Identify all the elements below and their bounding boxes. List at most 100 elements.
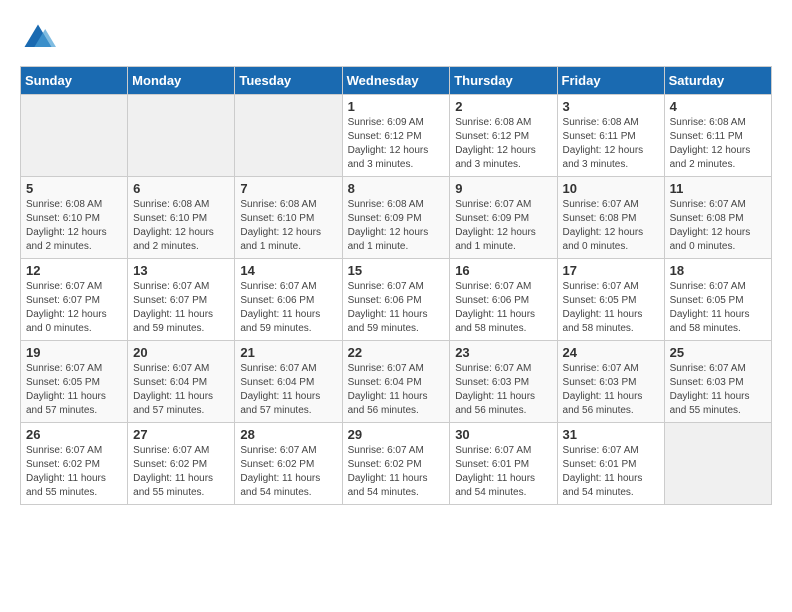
day-info: Sunrise: 6:07 AM Sunset: 6:05 PM Dayligh…: [670, 280, 766, 336]
calendar-cell: 15Sunrise: 6:07 AM Sunset: 6:06 PM Dayli…: [342, 259, 450, 341]
day-info: Sunrise: 6:07 AM Sunset: 6:06 PM Dayligh…: [348, 280, 445, 336]
calendar-cell: 18 Sunrise: 6:07 AM Sunset: 6:05 PM Dayli…: [664, 259, 771, 341]
calendar-week-row: 19 Sunrise: 6:07 AM Sunset: 6:05 PM Dayli…: [21, 341, 772, 423]
day-number: 23: [455, 345, 551, 360]
day-info: Sunrise: 6:07 AM Sunset: 6:04 PM Dayligh…: [240, 362, 336, 418]
day-info: Sunrise: 6:07 AM Sunset: 6:09 PM Dayligh…: [455, 198, 551, 254]
calendar-cell: 11 Sunrise: 6:07 AM Sunset: 6:08 PM Dayli…: [664, 177, 771, 259]
day-number: 12: [26, 263, 122, 278]
day-number: 28: [240, 427, 336, 442]
calendar-cell: 8Sunrise: 6:08 AM Sunset: 6:09 PM Daylig…: [342, 177, 450, 259]
day-info: Sunrise: 6:08 AM Sunset: 6:12 PM Dayligh…: [455, 116, 551, 172]
day-number: 25: [670, 345, 766, 360]
calendar-table: SundayMondayTuesdayWednesdayThursdayFrid…: [20, 66, 772, 505]
day-info: Sunrise: 6:07 AM Sunset: 6:03 PM Dayligh…: [563, 362, 659, 418]
day-info: Sunrise: 6:07 AM Sunset: 6:05 PM Dayligh…: [26, 362, 122, 418]
day-number: 4: [670, 99, 766, 114]
day-info: Sunrise: 6:08 AM Sunset: 6:10 PM Dayligh…: [240, 198, 336, 254]
calendar-cell: 22 Sunrise: 6:07 AM Sunset: 6:04 PM Dayli…: [342, 341, 450, 423]
calendar-cell: 16 Sunrise: 6:07 AM Sunset: 6:06 PM Dayli…: [450, 259, 557, 341]
calendar-cell: [664, 423, 771, 505]
day-number: 18: [670, 263, 766, 278]
calendar-cell: 7 Sunrise: 6:08 AM Sunset: 6:10 PM Daylig…: [235, 177, 342, 259]
day-info: Sunrise: 6:07 AM Sunset: 6:02 PM Dayligh…: [348, 444, 445, 500]
page-header: [20, 20, 772, 56]
logo-icon: [20, 20, 56, 56]
day-info: Sunrise: 6:07 AM Sunset: 6:04 PM Dayligh…: [133, 362, 229, 418]
day-number: 16: [455, 263, 551, 278]
calendar-cell: 12 Sunrise: 6:07 AM Sunset: 6:07 PM Dayli…: [21, 259, 128, 341]
day-info: Sunrise: 6:07 AM Sunset: 6:04 PM Dayligh…: [348, 362, 445, 418]
calendar-cell: [21, 95, 128, 177]
day-header-sunday: Sunday: [21, 67, 128, 95]
day-header-saturday: Saturday: [664, 67, 771, 95]
day-info: Sunrise: 6:08 AM Sunset: 6:09 PM Dayligh…: [348, 198, 445, 254]
day-number: 5: [26, 181, 122, 196]
calendar-cell: 9 Sunrise: 6:07 AM Sunset: 6:09 PM Daylig…: [450, 177, 557, 259]
day-number: 24: [563, 345, 659, 360]
calendar-cell: 4 Sunrise: 6:08 AM Sunset: 6:11 PM Daylig…: [664, 95, 771, 177]
day-info: Sunrise: 6:07 AM Sunset: 6:02 PM Dayligh…: [133, 444, 229, 500]
day-number: 13: [133, 263, 229, 278]
day-info: Sunrise: 6:08 AM Sunset: 6:10 PM Dayligh…: [133, 198, 229, 254]
calendar-cell: 23 Sunrise: 6:07 AM Sunset: 6:03 PM Dayli…: [450, 341, 557, 423]
calendar-cell: 26Sunrise: 6:07 AM Sunset: 6:02 PM Dayli…: [21, 423, 128, 505]
calendar-cell: 14 Sunrise: 6:07 AM Sunset: 6:06 PM Dayli…: [235, 259, 342, 341]
calendar-cell: 29 Sunrise: 6:07 AM Sunset: 6:02 PM Dayli…: [342, 423, 450, 505]
calendar-cell: 30 Sunrise: 6:07 AM Sunset: 6:01 PM Dayli…: [450, 423, 557, 505]
day-info: Sunrise: 6:07 AM Sunset: 6:08 PM Dayligh…: [563, 198, 659, 254]
day-number: 3: [563, 99, 659, 114]
day-info: Sunrise: 6:07 AM Sunset: 6:08 PM Dayligh…: [670, 198, 766, 254]
day-number: 27: [133, 427, 229, 442]
calendar-header-row: SundayMondayTuesdayWednesdayThursdayFrid…: [21, 67, 772, 95]
day-info: Sunrise: 6:07 AM Sunset: 6:03 PM Dayligh…: [455, 362, 551, 418]
calendar-cell: 3 Sunrise: 6:08 AM Sunset: 6:11 PM Daylig…: [557, 95, 664, 177]
logo: [20, 20, 60, 56]
day-number: 29: [348, 427, 445, 442]
day-info: Sunrise: 6:08 AM Sunset: 6:10 PM Dayligh…: [26, 198, 122, 254]
day-number: 11: [670, 181, 766, 196]
day-number: 31: [563, 427, 659, 442]
day-info: Sunrise: 6:07 AM Sunset: 6:01 PM Dayligh…: [455, 444, 551, 500]
day-number: 19: [26, 345, 122, 360]
day-number: 14: [240, 263, 336, 278]
calendar-cell: 13 Sunrise: 6:07 AM Sunset: 6:07 PM Dayli…: [128, 259, 235, 341]
day-number: 17: [563, 263, 659, 278]
day-info: Sunrise: 6:07 AM Sunset: 6:02 PM Dayligh…: [240, 444, 336, 500]
calendar-week-row: 1 Sunrise: 6:09 AM Sunset: 6:12 PM Daylig…: [21, 95, 772, 177]
calendar-cell: [235, 95, 342, 177]
day-info: Sunrise: 6:07 AM Sunset: 6:07 PM Dayligh…: [133, 280, 229, 336]
day-info: Sunrise: 6:08 AM Sunset: 6:11 PM Dayligh…: [563, 116, 659, 172]
day-number: 6: [133, 181, 229, 196]
day-number: 1: [348, 99, 445, 114]
day-header-monday: Monday: [128, 67, 235, 95]
calendar-cell: 24 Sunrise: 6:07 AM Sunset: 6:03 PM Dayli…: [557, 341, 664, 423]
calendar-cell: 27 Sunrise: 6:07 AM Sunset: 6:02 PM Dayli…: [128, 423, 235, 505]
day-number: 7: [240, 181, 336, 196]
day-info: Sunrise: 6:07 AM Sunset: 6:01 PM Dayligh…: [563, 444, 659, 500]
calendar-cell: 5 Sunrise: 6:08 AM Sunset: 6:10 PM Daylig…: [21, 177, 128, 259]
day-number: 30: [455, 427, 551, 442]
day-header-friday: Friday: [557, 67, 664, 95]
day-info: Sunrise: 6:09 AM Sunset: 6:12 PM Dayligh…: [348, 116, 445, 172]
day-header-wednesday: Wednesday: [342, 67, 450, 95]
day-number: 26: [26, 427, 122, 442]
calendar-cell: 10Sunrise: 6:07 AM Sunset: 6:08 PM Dayli…: [557, 177, 664, 259]
calendar-cell: 31 Sunrise: 6:07 AM Sunset: 6:01 PM Dayli…: [557, 423, 664, 505]
day-info: Sunrise: 6:07 AM Sunset: 6:06 PM Dayligh…: [455, 280, 551, 336]
day-info: Sunrise: 6:08 AM Sunset: 6:11 PM Dayligh…: [670, 116, 766, 172]
calendar-cell: [128, 95, 235, 177]
calendar-week-row: 5 Sunrise: 6:08 AM Sunset: 6:10 PM Daylig…: [21, 177, 772, 259]
day-info: Sunrise: 6:07 AM Sunset: 6:06 PM Dayligh…: [240, 280, 336, 336]
calendar-week-row: 12 Sunrise: 6:07 AM Sunset: 6:07 PM Dayli…: [21, 259, 772, 341]
day-info: Sunrise: 6:07 AM Sunset: 6:05 PM Dayligh…: [563, 280, 659, 336]
calendar-cell: 1 Sunrise: 6:09 AM Sunset: 6:12 PM Daylig…: [342, 95, 450, 177]
day-info: Sunrise: 6:07 AM Sunset: 6:07 PM Dayligh…: [26, 280, 122, 336]
calendar-cell: 21Sunrise: 6:07 AM Sunset: 6:04 PM Dayli…: [235, 341, 342, 423]
day-number: 22: [348, 345, 445, 360]
day-number: 9: [455, 181, 551, 196]
day-number: 2: [455, 99, 551, 114]
calendar-cell: 19 Sunrise: 6:07 AM Sunset: 6:05 PM Dayli…: [21, 341, 128, 423]
day-info: Sunrise: 6:07 AM Sunset: 6:03 PM Dayligh…: [670, 362, 766, 418]
calendar-cell: 2 Sunrise: 6:08 AM Sunset: 6:12 PM Daylig…: [450, 95, 557, 177]
